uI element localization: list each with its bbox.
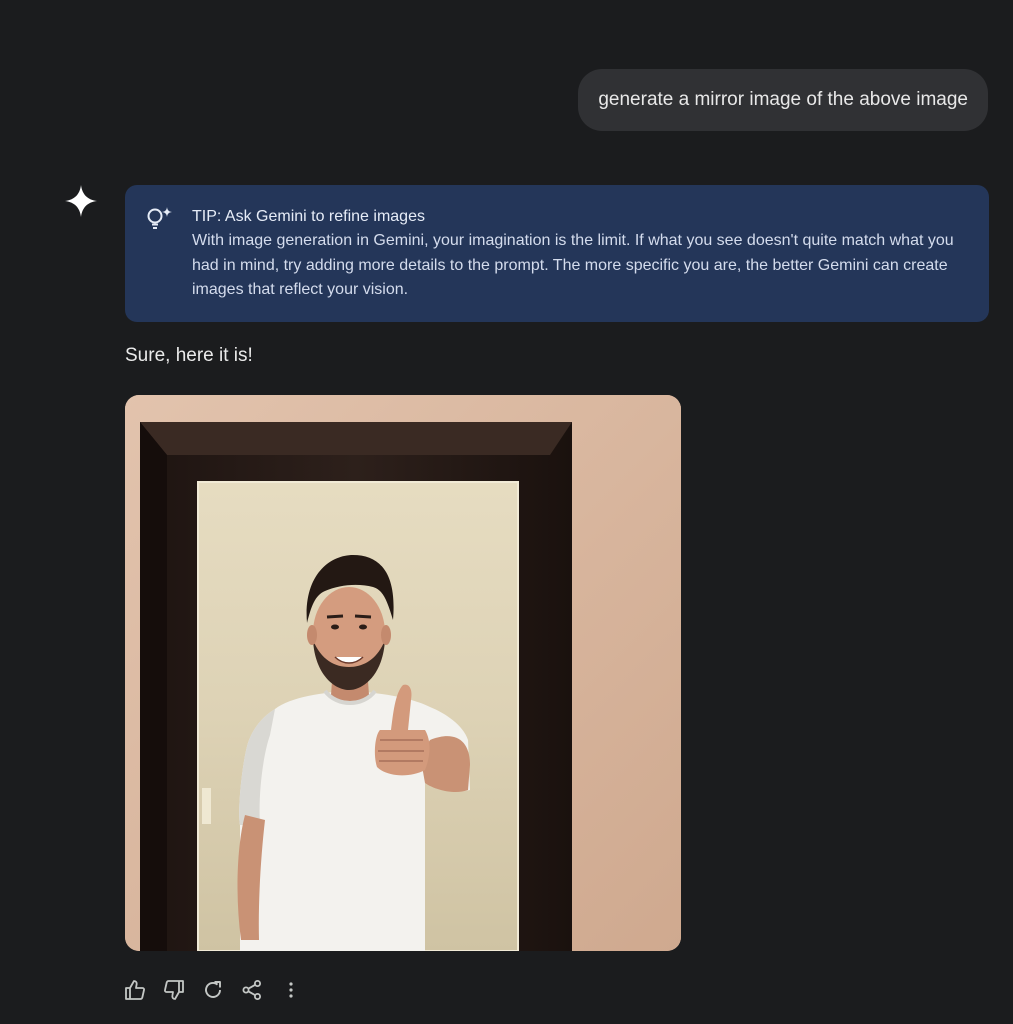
share-icon xyxy=(242,980,261,1000)
regenerate-icon xyxy=(205,981,221,998)
share-button[interactable] xyxy=(239,975,265,1005)
mirror-portrait-illustration xyxy=(125,395,681,951)
more-options-button[interactable] xyxy=(278,975,304,1005)
lightbulb-sparkle-icon xyxy=(147,207,172,229)
tip-body: With image generation in Gemini, your im… xyxy=(192,232,954,298)
thumbs-up-button[interactable] xyxy=(122,975,148,1005)
gemini-spark-icon xyxy=(65,185,97,217)
user-message-bubble: generate a mirror image of the above ima… xyxy=(578,69,988,131)
regenerate-button[interactable] xyxy=(200,975,226,1005)
thumbs-down-icon xyxy=(164,980,184,1000)
response-action-bar xyxy=(122,975,304,1005)
generated-image[interactable] xyxy=(125,395,681,951)
tip-title: TIP: Ask Gemini to refine images xyxy=(192,208,425,225)
thumbs-down-button[interactable] xyxy=(161,975,187,1005)
reply-text: Sure, here it is! xyxy=(125,345,253,366)
user-message-text: generate a mirror image of the above ima… xyxy=(598,89,968,110)
tip-card: TIP: Ask Gemini to refine images With im… xyxy=(125,185,989,322)
more-options-icon xyxy=(289,982,293,998)
thumbs-up-icon xyxy=(125,980,145,1000)
